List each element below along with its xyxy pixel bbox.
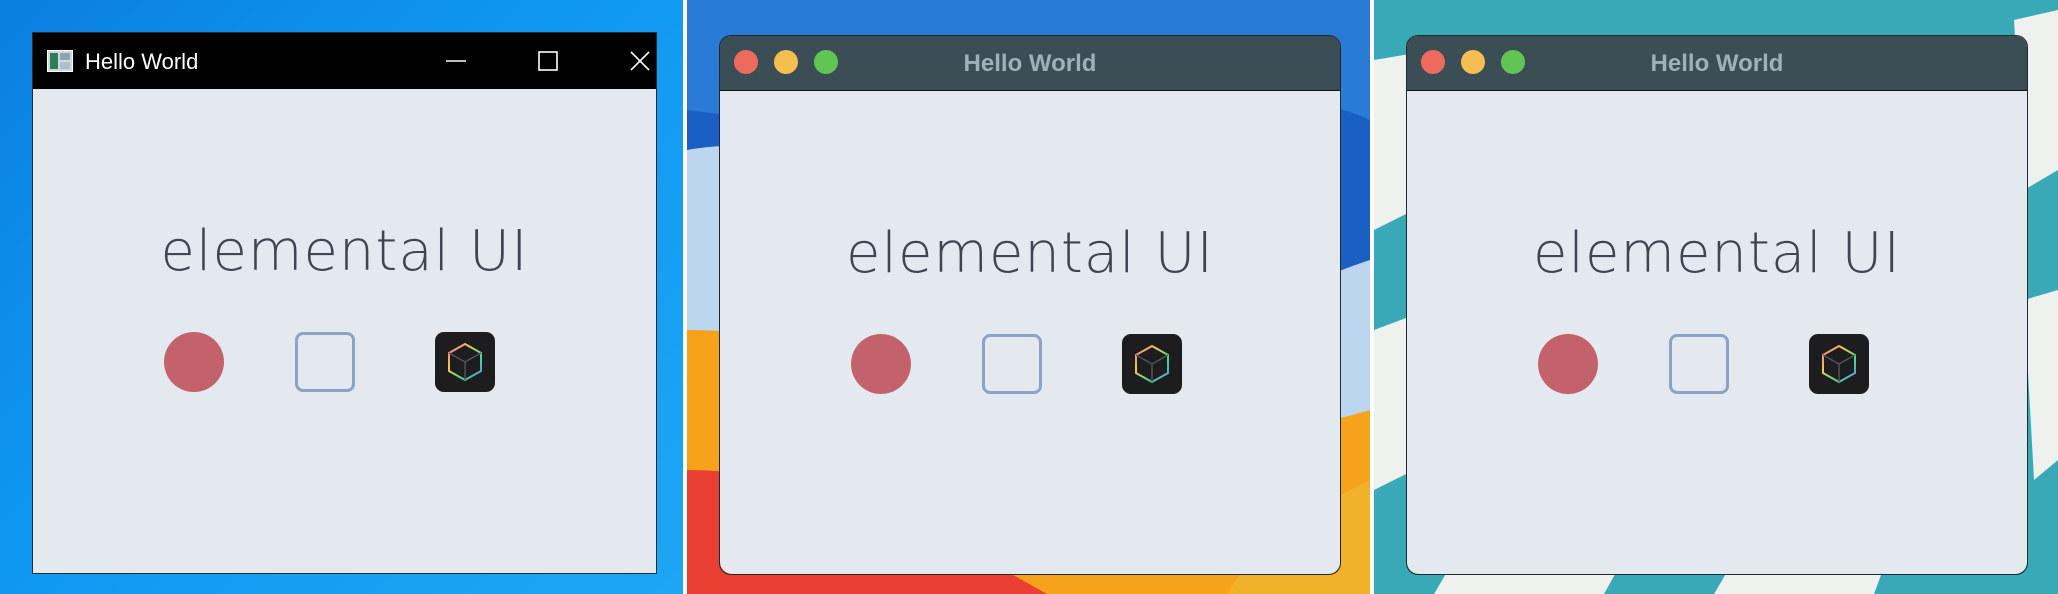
macos-app-window: Hello World elemental UI [1406, 35, 2028, 575]
cube-icon [448, 342, 482, 382]
window-content: elemental UI [1407, 91, 2027, 574]
macos-desktop-bigsur: Hello World elemental UI [687, 0, 1370, 594]
windows-app-window: Hello World elemental UI [32, 32, 657, 574]
window-titlebar[interactable]: Hello World [1407, 36, 2027, 91]
hero-title: elemental UI [160, 219, 529, 284]
maximize-icon [538, 51, 558, 71]
close-icon [630, 51, 650, 71]
circle-button[interactable] [851, 334, 911, 394]
minimize-button[interactable] [410, 33, 502, 89]
cube-icon [1822, 344, 1856, 384]
app-window-icon [47, 50, 73, 72]
hero-title: elemental UI [1532, 221, 1902, 286]
window-title: Hello World [963, 50, 1097, 77]
minimize-icon [446, 60, 466, 62]
window-titlebar[interactable]: Hello World [720, 36, 1340, 91]
cube-icon [1135, 344, 1169, 384]
square-button[interactable] [982, 334, 1042, 394]
square-button[interactable] [295, 332, 355, 392]
cube-app-button[interactable] [1122, 334, 1182, 394]
close-button[interactable] [594, 33, 656, 89]
window-content: elemental UI [33, 89, 656, 573]
square-button[interactable] [1669, 334, 1729, 394]
window-titlebar[interactable]: Hello World [33, 33, 656, 89]
cube-app-button[interactable] [1809, 334, 1869, 394]
window-title: Hello World [85, 49, 199, 74]
window-content: elemental UI [720, 91, 1340, 574]
hero-title: elemental UI [845, 221, 1215, 286]
maximize-button[interactable] [502, 33, 594, 89]
cube-app-button[interactable] [435, 332, 495, 392]
windows-desktop: Hello World elemental UI [0, 0, 683, 594]
macos-app-window: Hello World elemental UI [719, 35, 1341, 575]
macos-desktop-teal: Hello World elemental UI [1374, 0, 2058, 594]
circle-button[interactable] [164, 332, 224, 392]
window-title: Hello World [1650, 50, 1784, 77]
circle-button[interactable] [1538, 334, 1598, 394]
